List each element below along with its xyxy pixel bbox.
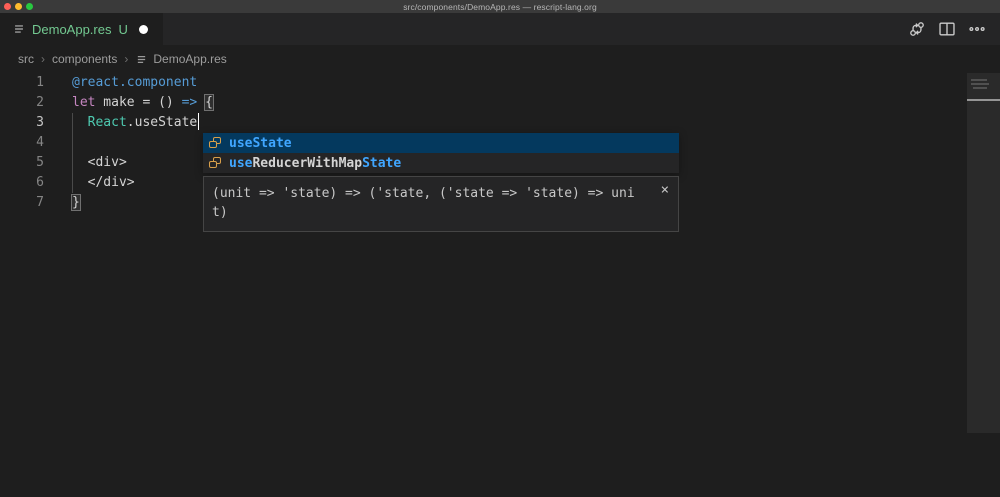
- line-number: 6: [0, 173, 44, 193]
- editor-actions: [908, 13, 1000, 45]
- code-text: @react.component: [44, 73, 197, 93]
- code-text: <div>: [44, 153, 127, 173]
- chevron-right-icon: ›: [41, 52, 45, 66]
- suggest-widget: useState useReducerWithMapState: [203, 133, 679, 173]
- minimize-button[interactable]: [15, 3, 22, 10]
- tab-bar: DemoApp.res U: [0, 13, 1000, 45]
- git-status-badge: U: [118, 22, 127, 37]
- code-line[interactable]: 2let make = () => {: [0, 93, 1000, 113]
- code-line[interactable]: 3 React.useState: [0, 113, 1000, 133]
- close-icon[interactable]: ×: [661, 183, 669, 197]
- minimap-cursor-line: [967, 99, 1000, 101]
- split-editor-icon[interactable]: [938, 20, 956, 38]
- vscode-window: src/components/DemoApp.res — rescript-la…: [0, 0, 1000, 497]
- code-text: </div>: [44, 173, 135, 193]
- dirty-indicator-icon[interactable]: [139, 25, 148, 34]
- suggestion-label: useState: [229, 136, 292, 151]
- code-text: }: [44, 193, 80, 213]
- line-number: 1: [0, 73, 44, 93]
- breadcrumb-item-src[interactable]: src: [18, 52, 34, 66]
- indent-guide: [72, 113, 73, 193]
- symbol-value-icon: [207, 155, 223, 171]
- more-actions-icon[interactable]: [968, 20, 986, 38]
- window-title: src/components/DemoApp.res — rescript-la…: [403, 2, 597, 12]
- line-number: 5: [0, 153, 44, 173]
- line-number: 7: [0, 193, 44, 213]
- minimap[interactable]: [967, 73, 1000, 433]
- code-text: [44, 133, 72, 153]
- suggestion-label: useReducerWithMapState: [229, 156, 401, 171]
- breadcrumb: src › components › DemoApp.res: [0, 45, 1000, 73]
- line-number: 2: [0, 93, 44, 113]
- line-number: 3: [0, 113, 44, 133]
- doc-signature-line: t): [212, 203, 652, 222]
- suggestion-item[interactable]: useState: [203, 133, 679, 153]
- code-text: let make = () => {: [44, 93, 213, 113]
- file-icon: [135, 53, 148, 66]
- text-cursor: [198, 113, 200, 130]
- line-number: 4: [0, 133, 44, 153]
- code-line[interactable]: 1@react.component: [0, 73, 1000, 93]
- file-icon: [12, 22, 26, 36]
- tab-label: DemoApp.res: [32, 22, 111, 37]
- close-button[interactable]: [4, 3, 11, 10]
- code-text: React.useState: [44, 113, 199, 133]
- titlebar: src/components/DemoApp.res — rescript-la…: [0, 0, 1000, 13]
- open-changes-icon[interactable]: [908, 20, 926, 38]
- zoom-button[interactable]: [26, 3, 33, 10]
- traffic-lights: [4, 3, 33, 10]
- breadcrumb-item-demoapp-res[interactable]: DemoApp.res: [135, 52, 226, 66]
- tab-demoapp[interactable]: DemoApp.res U: [0, 13, 163, 45]
- symbol-value-icon: [207, 135, 223, 151]
- breadcrumb-item-components[interactable]: components: [52, 52, 117, 66]
- suggest-doc-panel: (unit => 'state) => ('state, ('state => …: [203, 176, 679, 232]
- suggestion-item[interactable]: useReducerWithMapState: [203, 153, 679, 173]
- doc-signature-line: (unit => 'state) => ('state, ('state => …: [212, 184, 652, 203]
- chevron-right-icon: ›: [124, 52, 128, 66]
- editor[interactable]: 1@react.component2let make = () => {3 Re…: [0, 73, 1000, 497]
